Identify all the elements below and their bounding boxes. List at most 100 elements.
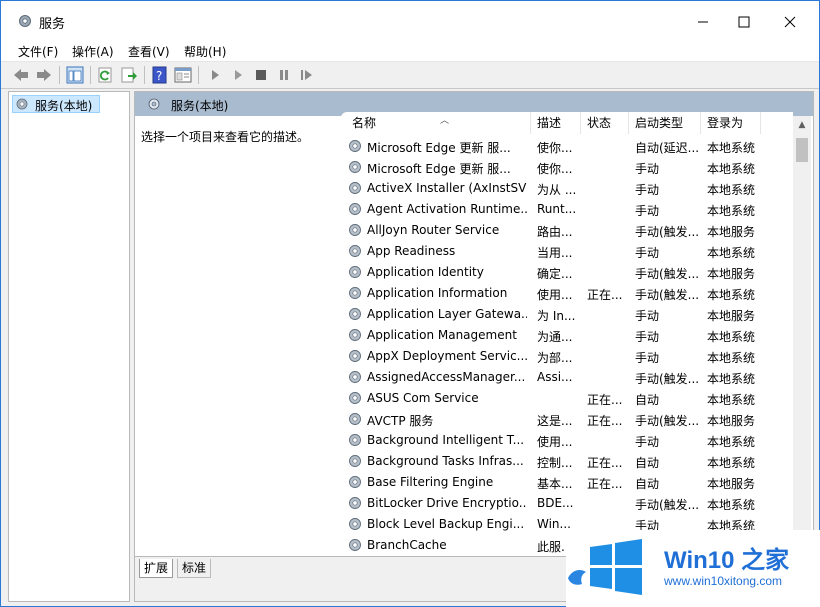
maximize-button[interactable]	[721, 1, 767, 39]
service-startup-cell: 手动(触发...	[635, 225, 699, 239]
vertical-scrollbar[interactable]: ▲	[793, 116, 811, 556]
service-row[interactable]: AppX Deployment Servic... 为部... 手动 本地系统	[341, 346, 793, 367]
service-name-cell: Background Tasks Infras...	[367, 454, 524, 468]
scroll-thumb[interactable]	[796, 138, 808, 162]
service-desc-cell: 这是...	[537, 414, 573, 428]
service-startup-cell: 手动	[635, 351, 660, 365]
service-row[interactable]: Microsoft Edge 更新 服... 使你... 手动 本地系统	[341, 157, 793, 178]
service-startup-cell: 手动(触发...	[635, 372, 699, 386]
menu-help[interactable]: 帮助(H)	[184, 43, 226, 60]
service-gear-icon	[349, 224, 361, 236]
play-icon	[212, 70, 219, 80]
service-row[interactable]: ActiveX Installer (AxInstSV) 为从 ... 手动 本地系统	[341, 178, 793, 199]
menu-action[interactable]: 操作(A)	[72, 43, 114, 60]
tree-item-label: 服务(本地)	[35, 99, 93, 113]
service-row[interactable]: Application Information 使用... 正在... 手动(触发..…	[341, 283, 793, 304]
service-row[interactable]: Application Identity 确定... 手动(触发... 本地服务	[341, 262, 793, 283]
forward-button[interactable]	[35, 66, 53, 84]
service-startup-cell: 手动	[635, 435, 660, 449]
service-name-cell: AVCTP 服务	[367, 414, 434, 428]
column-header-name-label: 名称	[352, 116, 377, 130]
service-row[interactable]: BitLocker Drive Encryptio... BDE... 手动(触发.…	[341, 493, 793, 514]
tab-standard[interactable]: 标准	[177, 559, 212, 578]
back-arrow-icon	[14, 69, 28, 81]
menu-bar: 文件(F) 操作(A) 查看(V) 帮助(H)	[1, 39, 819, 62]
toolbar: ?	[1, 62, 819, 89]
scroll-up-arrow-icon[interactable]: ▲	[793, 120, 811, 134]
service-row[interactable]: Application Management 为通... 手动 本地系统	[341, 325, 793, 346]
pause-icon	[280, 70, 288, 80]
service-desc-cell: 使你...	[537, 162, 573, 176]
service-row[interactable]: AssignedAccessManager... Assi... 手动(触发... 本…	[341, 367, 793, 388]
column-header-description[interactable]: 描述	[531, 112, 581, 134]
forward-arrow-icon	[37, 69, 51, 81]
stop-icon	[256, 70, 266, 80]
service-desc-cell: 控制...	[537, 456, 573, 470]
back-button[interactable]	[12, 66, 30, 84]
service-name-cell: AppX Deployment Servic...	[367, 349, 527, 363]
services-gear-icon	[148, 98, 160, 110]
service-row[interactable]: Background Intelligent T... 使用... 手动 本地系统	[341, 430, 793, 451]
pause-service-button[interactable]	[275, 66, 293, 84]
menu-file[interactable]: 文件(F)	[18, 43, 58, 60]
start-service-alt-button[interactable]	[229, 66, 247, 84]
services-list[interactable]: 名称 ︿ 描述 状态 启动类型 登录为 Microsoft Edge 更新 服.…	[341, 112, 793, 556]
stop-service-button[interactable]	[252, 66, 270, 84]
service-row[interactable]: Background Tasks Infras... 控制... 正在... 自动 本地…	[341, 451, 793, 472]
title-bar[interactable]: 服务	[1, 1, 819, 39]
service-logon-cell: 本地系统	[707, 288, 756, 302]
column-header-status[interactable]: 状态	[581, 112, 629, 134]
service-gear-icon	[349, 308, 361, 320]
service-logon-cell: 本地系统	[707, 456, 756, 470]
service-desc-cell: 为从 ...	[537, 183, 577, 197]
service-name-cell: BitLocker Drive Encryptio...	[367, 496, 527, 510]
service-gear-icon	[349, 140, 361, 152]
service-row[interactable]: AllJoyn Router Service 路由... 手动(触发... 本地服务	[341, 220, 793, 241]
service-row[interactable]: ASUS Com Service 正在... 自动 本地系统	[341, 388, 793, 409]
export-list-button[interactable]	[120, 66, 138, 84]
service-row[interactable]: Base Filtering Engine 基本... 正在... 自动 本地服务	[341, 472, 793, 493]
service-gear-icon	[349, 266, 361, 278]
start-service-button[interactable]	[206, 66, 224, 84]
services-window: 服务 文件(F) 操作(A) 查看(V) 帮助(H) ? 服务(本地) 服务(本…	[0, 0, 820, 607]
service-logon-cell: 本地系统	[707, 393, 756, 407]
service-startup-cell: 手动	[635, 183, 660, 197]
help-button[interactable]: ?	[151, 66, 169, 84]
service-name-cell: Application Management	[367, 328, 517, 342]
service-desc-cell: 为 In...	[537, 309, 576, 323]
service-logon-cell: 本地系统	[707, 246, 756, 260]
service-name-cell: ActiveX Installer (AxInstSV)	[367, 181, 527, 195]
tree-item-services-local[interactable]: 服务(本地)	[12, 95, 100, 113]
column-header-startup-type[interactable]: 启动类型	[629, 112, 701, 134]
refresh-button[interactable]	[97, 66, 115, 84]
service-row[interactable]: App Readiness 当用... 手动 本地系统	[341, 241, 793, 262]
service-row[interactable]: AVCTP 服务 这是... 正在... 手动(触发... 本地服务	[341, 409, 793, 430]
column-header-logon-as[interactable]: 登录为	[701, 112, 761, 134]
play-outline-icon	[235, 70, 242, 80]
column-header-name[interactable]: 名称 ︿	[346, 112, 531, 134]
restart-service-button[interactable]	[298, 66, 316, 84]
windows-logo-icon	[590, 539, 642, 595]
service-name-cell: Agent Activation Runtime...	[367, 202, 527, 216]
service-startup-cell: 手动(触发...	[635, 414, 699, 428]
service-desc-cell: 路由...	[537, 225, 573, 239]
service-desc-cell: 为部...	[537, 351, 573, 365]
service-gear-icon	[349, 245, 361, 257]
service-row[interactable]: Microsoft Edge 更新 服... 使你... 自动(延迟... 本地系统	[341, 136, 793, 157]
service-name-cell: Base Filtering Engine	[367, 475, 494, 489]
service-name-cell: Block Level Backup Engi...	[367, 517, 525, 531]
service-row[interactable]: Agent Activation Runtime... Runt... 手动 本地系统	[341, 199, 793, 220]
menu-view[interactable]: 查看(V)	[128, 43, 170, 60]
service-desc-cell: Assi...	[537, 370, 573, 384]
show-hide-tree-button[interactable]	[66, 66, 84, 84]
service-desc-cell: 使用...	[537, 288, 573, 302]
properties-icon	[174, 67, 192, 83]
close-button[interactable]	[767, 1, 813, 39]
console-tree-icon	[66, 66, 84, 84]
maximize-icon	[738, 16, 750, 28]
tab-extended[interactable]: 扩展	[139, 559, 174, 578]
properties-button[interactable]	[174, 66, 192, 84]
service-startup-cell: 手动(触发...	[635, 498, 699, 512]
service-row[interactable]: Application Layer Gatewa... 为 In... 手动 本地服务	[341, 304, 793, 325]
service-status-cell: 正在...	[587, 288, 623, 302]
